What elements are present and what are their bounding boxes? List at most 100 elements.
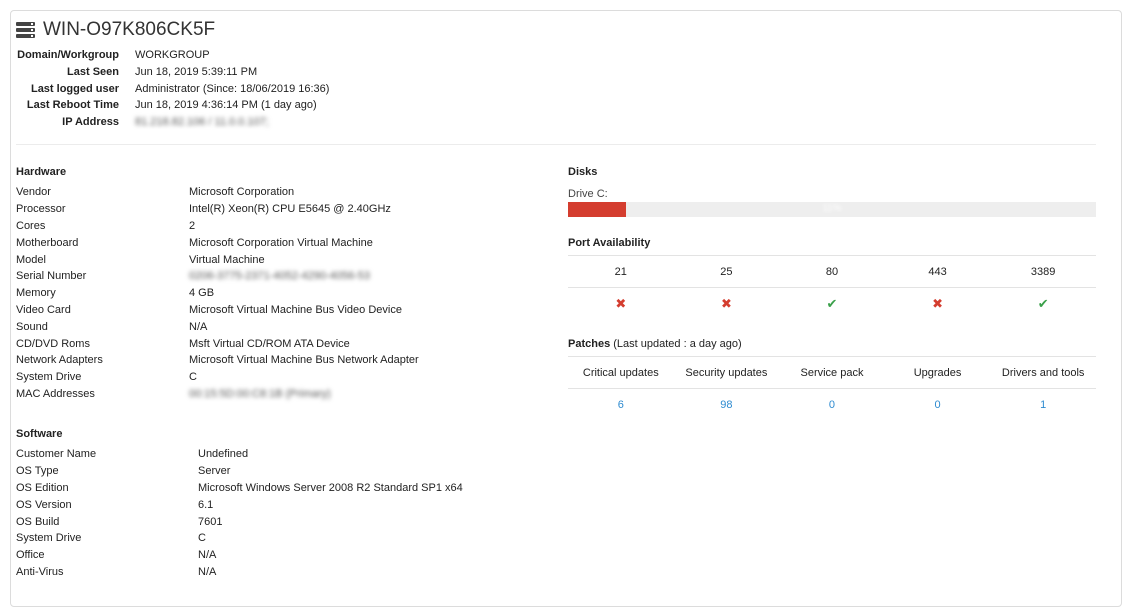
service-pack-link[interactable]: 0 — [779, 399, 885, 411]
summary-label: Last logged user — [30, 82, 119, 95]
summary-label: Domain/Workgroup — [17, 49, 119, 62]
port-number: 21 — [614, 265, 627, 278]
hardware-row: Serial Number 0206-3775-2371-4052-4290-40… — [16, 268, 419, 285]
hardware-value: Microsoft Corporation — [189, 186, 295, 199]
software-list: Customer Name Undefined OS Type Server OS … — [16, 446, 463, 580]
summary-block: Domain/Workgroup WORKGROUP Last Seen Jun… — [16, 47, 329, 130]
mac-address-value: 00:15:5D:00:C8:1B (Primary) — [189, 387, 331, 400]
patches-subtitle: (Last updated : a day ago) — [613, 338, 742, 350]
drivers-and-tools-link[interactable]: 1 — [990, 399, 1096, 411]
hardware-label: Processor — [16, 203, 66, 216]
summary-label: IP Address — [62, 116, 119, 129]
hardware-label: CD/DVD Roms — [16, 337, 90, 350]
hardware-value: N/A — [189, 320, 208, 333]
hardware-value: Microsoft Corporation Virtual Machine — [189, 236, 373, 249]
software-value: Server — [198, 465, 231, 478]
x-icon: ✖ — [615, 295, 627, 311]
check-icon: ✔ — [826, 295, 838, 311]
software-row: OS Build 7601 — [16, 513, 463, 530]
hardware-label: Serial Number — [16, 270, 87, 283]
hardware-label: Video Card — [16, 303, 71, 316]
software-row: OS Edition Microsoft Windows Server 2008 … — [16, 480, 463, 497]
patch-column-header: Drivers and tools — [1001, 366, 1085, 379]
summary-label: Last Reboot Time — [26, 99, 119, 112]
hardware-row: CD/DVD Roms Msft Virtual CD/ROM ATA Devic… — [16, 335, 419, 352]
summary-row-ip: IP Address 81.218.82.106 / 11.0.0.107; — [16, 114, 329, 131]
hardware-row: Sound N/A — [16, 318, 419, 335]
server-icon — [16, 22, 35, 38]
hardware-label: Memory — [16, 287, 56, 300]
patch-column-header: Critical updates — [582, 366, 659, 379]
software-label: Customer Name — [16, 448, 97, 461]
check-icon: ✔ — [1037, 295, 1049, 311]
hardware-value: Microsoft Virtual Machine Bus Network Ad… — [189, 354, 419, 367]
patches-title: Patches — [568, 338, 611, 350]
disks-heading: Disks — [568, 166, 598, 178]
software-row: Customer Name Undefined — [16, 446, 463, 463]
port-number: 3389 — [1030, 265, 1056, 278]
software-value: N/A — [198, 549, 217, 562]
header-divider — [16, 144, 1096, 145]
software-label: OS Type — [16, 465, 59, 478]
software-label: OS Build — [16, 515, 60, 528]
hardware-label: Motherboard — [16, 236, 79, 249]
hardware-row: Memory 4 GB — [16, 285, 419, 302]
ports-heading: Port Availability — [568, 237, 651, 249]
hardware-heading: Hardware — [16, 166, 67, 178]
software-row: Anti-Virus N/A — [16, 564, 463, 581]
serial-number-value: 0206-3775-2371-4052-4290-4056-53 — [189, 270, 371, 283]
hardware-row: System Drive C — [16, 369, 419, 386]
software-row: Office N/A — [16, 547, 463, 564]
hardware-value: Virtual Machine — [189, 253, 265, 266]
software-value: Undefined — [198, 448, 249, 461]
patches-table: Critical updates Security updates Servic… — [568, 356, 1096, 420]
drive-c-usage-bar: 11% — [568, 202, 1096, 217]
summary-value: Jun 18, 2019 5:39:11 PM — [135, 66, 258, 79]
hardware-label: Cores — [16, 219, 46, 232]
port-number: 25 — [720, 265, 733, 278]
port-number: 443 — [928, 265, 947, 278]
hardware-value: Intel(R) Xeon(R) CPU E5645 @ 2.40GHz — [189, 203, 391, 216]
software-heading: Software — [16, 428, 63, 440]
hardware-label: Network Adapters — [16, 354, 103, 367]
patch-column-header: Service pack — [800, 366, 864, 379]
hardware-label: Model — [16, 253, 46, 266]
summary-value: WORKGROUP — [135, 49, 210, 62]
security-updates-link[interactable]: 98 — [674, 399, 780, 411]
summary-row-reboot: Last Reboot Time Jun 18, 2019 4:36:14 PM… — [16, 97, 329, 114]
hardware-row: MAC Addresses 00:15:5D:00:C8:1B (Primary) — [16, 386, 419, 403]
software-row: System Drive C — [16, 530, 463, 547]
software-value: C — [198, 532, 206, 545]
upgrades-link[interactable]: 0 — [885, 399, 991, 411]
hardware-row: Model Virtual Machine — [16, 251, 419, 268]
port-number: 80 — [825, 265, 839, 278]
summary-row-domain: Domain/Workgroup WORKGROUP — [16, 47, 329, 64]
ports-table: 21 25 80 443 3389 ✖ ✖ ✔ ✖ ✔ — [568, 255, 1096, 319]
hardware-value: Msft Virtual CD/ROM ATA Device — [189, 337, 350, 350]
hardware-row: Cores 2 — [16, 218, 419, 235]
critical-updates-link[interactable]: 6 — [568, 399, 674, 411]
software-value: 6.1 — [198, 498, 214, 511]
hardware-row: Processor Intel(R) Xeon(R) CPU E5645 @ 2.… — [16, 201, 419, 218]
drive-c-usage-percent: 11% — [822, 203, 842, 214]
ports-row-status: ✖ ✖ ✔ ✖ ✔ — [568, 287, 1096, 319]
device-title: WIN-O97K806CK5F — [43, 19, 216, 40]
ports-row-numbers: 21 25 80 443 3389 — [568, 255, 1096, 287]
drive-c-label: Drive C: — [568, 188, 608, 200]
software-label: OS Version — [16, 498, 72, 511]
hardware-value: 2 — [189, 219, 196, 232]
device-header: WIN-O97K806CK5F — [16, 18, 215, 42]
software-row: OS Version 6.1 — [16, 496, 463, 513]
hardware-label: System Drive — [16, 371, 82, 384]
hardware-label: Sound — [16, 320, 48, 333]
patches-heading: Patches (Last updated : a day ago) — [568, 338, 742, 350]
patch-column-header: Security updates — [685, 366, 768, 379]
x-icon: ✖ — [932, 295, 944, 311]
software-label: System Drive — [16, 532, 82, 545]
summary-value: Jun 18, 2019 4:36:14 PM (1 day ago) — [135, 99, 317, 112]
hardware-list: Vendor Microsoft Corporation Processor Int… — [16, 184, 419, 402]
hardware-row: Vendor Microsoft Corporation — [16, 184, 419, 201]
hardware-row: Motherboard Microsoft Corporation Virtual… — [16, 234, 419, 251]
software-row: OS Type Server — [16, 463, 463, 480]
software-label: OS Edition — [16, 481, 69, 494]
